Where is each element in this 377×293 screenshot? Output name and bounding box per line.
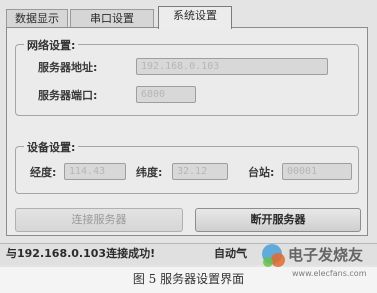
server-address-input[interactable]: 192.168.0.103 (136, 58, 328, 75)
device-settings-title: 设备设置: (24, 139, 79, 155)
watermark-logo-icon: 电子发烧友 www.elecfans.com (262, 244, 367, 278)
server-port-label: 服务器端口: (38, 89, 98, 102)
disconnect-server-button[interactable]: 断开服务器 (195, 208, 361, 232)
network-settings-title: 网络设置: (24, 37, 79, 53)
station-label: 台站: (248, 166, 275, 179)
device-settings-group: 设备设置: 经度: 114.43 纬度: 32.12 台站: 00001 (15, 139, 359, 194)
tab-system-settings[interactable]: 系统设置 (158, 6, 232, 29)
app-window: 数据显示 串口设置 系统设置 网络设置: 服务器地址: 192.168.0.10… (0, 0, 377, 267)
longitude-label: 经度: (30, 166, 57, 179)
latitude-label: 纬度: (136, 166, 163, 179)
tab-serial-settings[interactable]: 串口设置 (70, 9, 154, 28)
tab-data-display[interactable]: 数据显示 (6, 9, 68, 28)
svg-text:电子发烧友: 电子发烧友 (288, 246, 363, 264)
server-port-input[interactable]: 6800 (136, 86, 196, 103)
station-input[interactable]: 00001 (282, 163, 352, 180)
longitude-input[interactable]: 114.43 (64, 163, 126, 180)
server-address-label: 服务器地址: (38, 61, 98, 74)
svg-text:www.elecfans.com: www.elecfans.com (292, 269, 367, 278)
system-settings-panel: 网络设置: 服务器地址: 192.168.0.103 服务器端口: 6800 设… (6, 27, 368, 236)
watermark-logo: 电子发烧友 www.elecfans.com (258, 232, 376, 282)
network-settings-group: 网络设置: 服务器地址: 192.168.0.103 服务器端口: 6800 (15, 37, 359, 116)
status-message: 与192.168.0.103连接成功! (6, 247, 156, 260)
latitude-input[interactable]: 32.12 (172, 163, 228, 180)
connect-server-button[interactable]: 连接服务器 (15, 208, 183, 232)
status-right-text: 自动气 (214, 247, 247, 260)
